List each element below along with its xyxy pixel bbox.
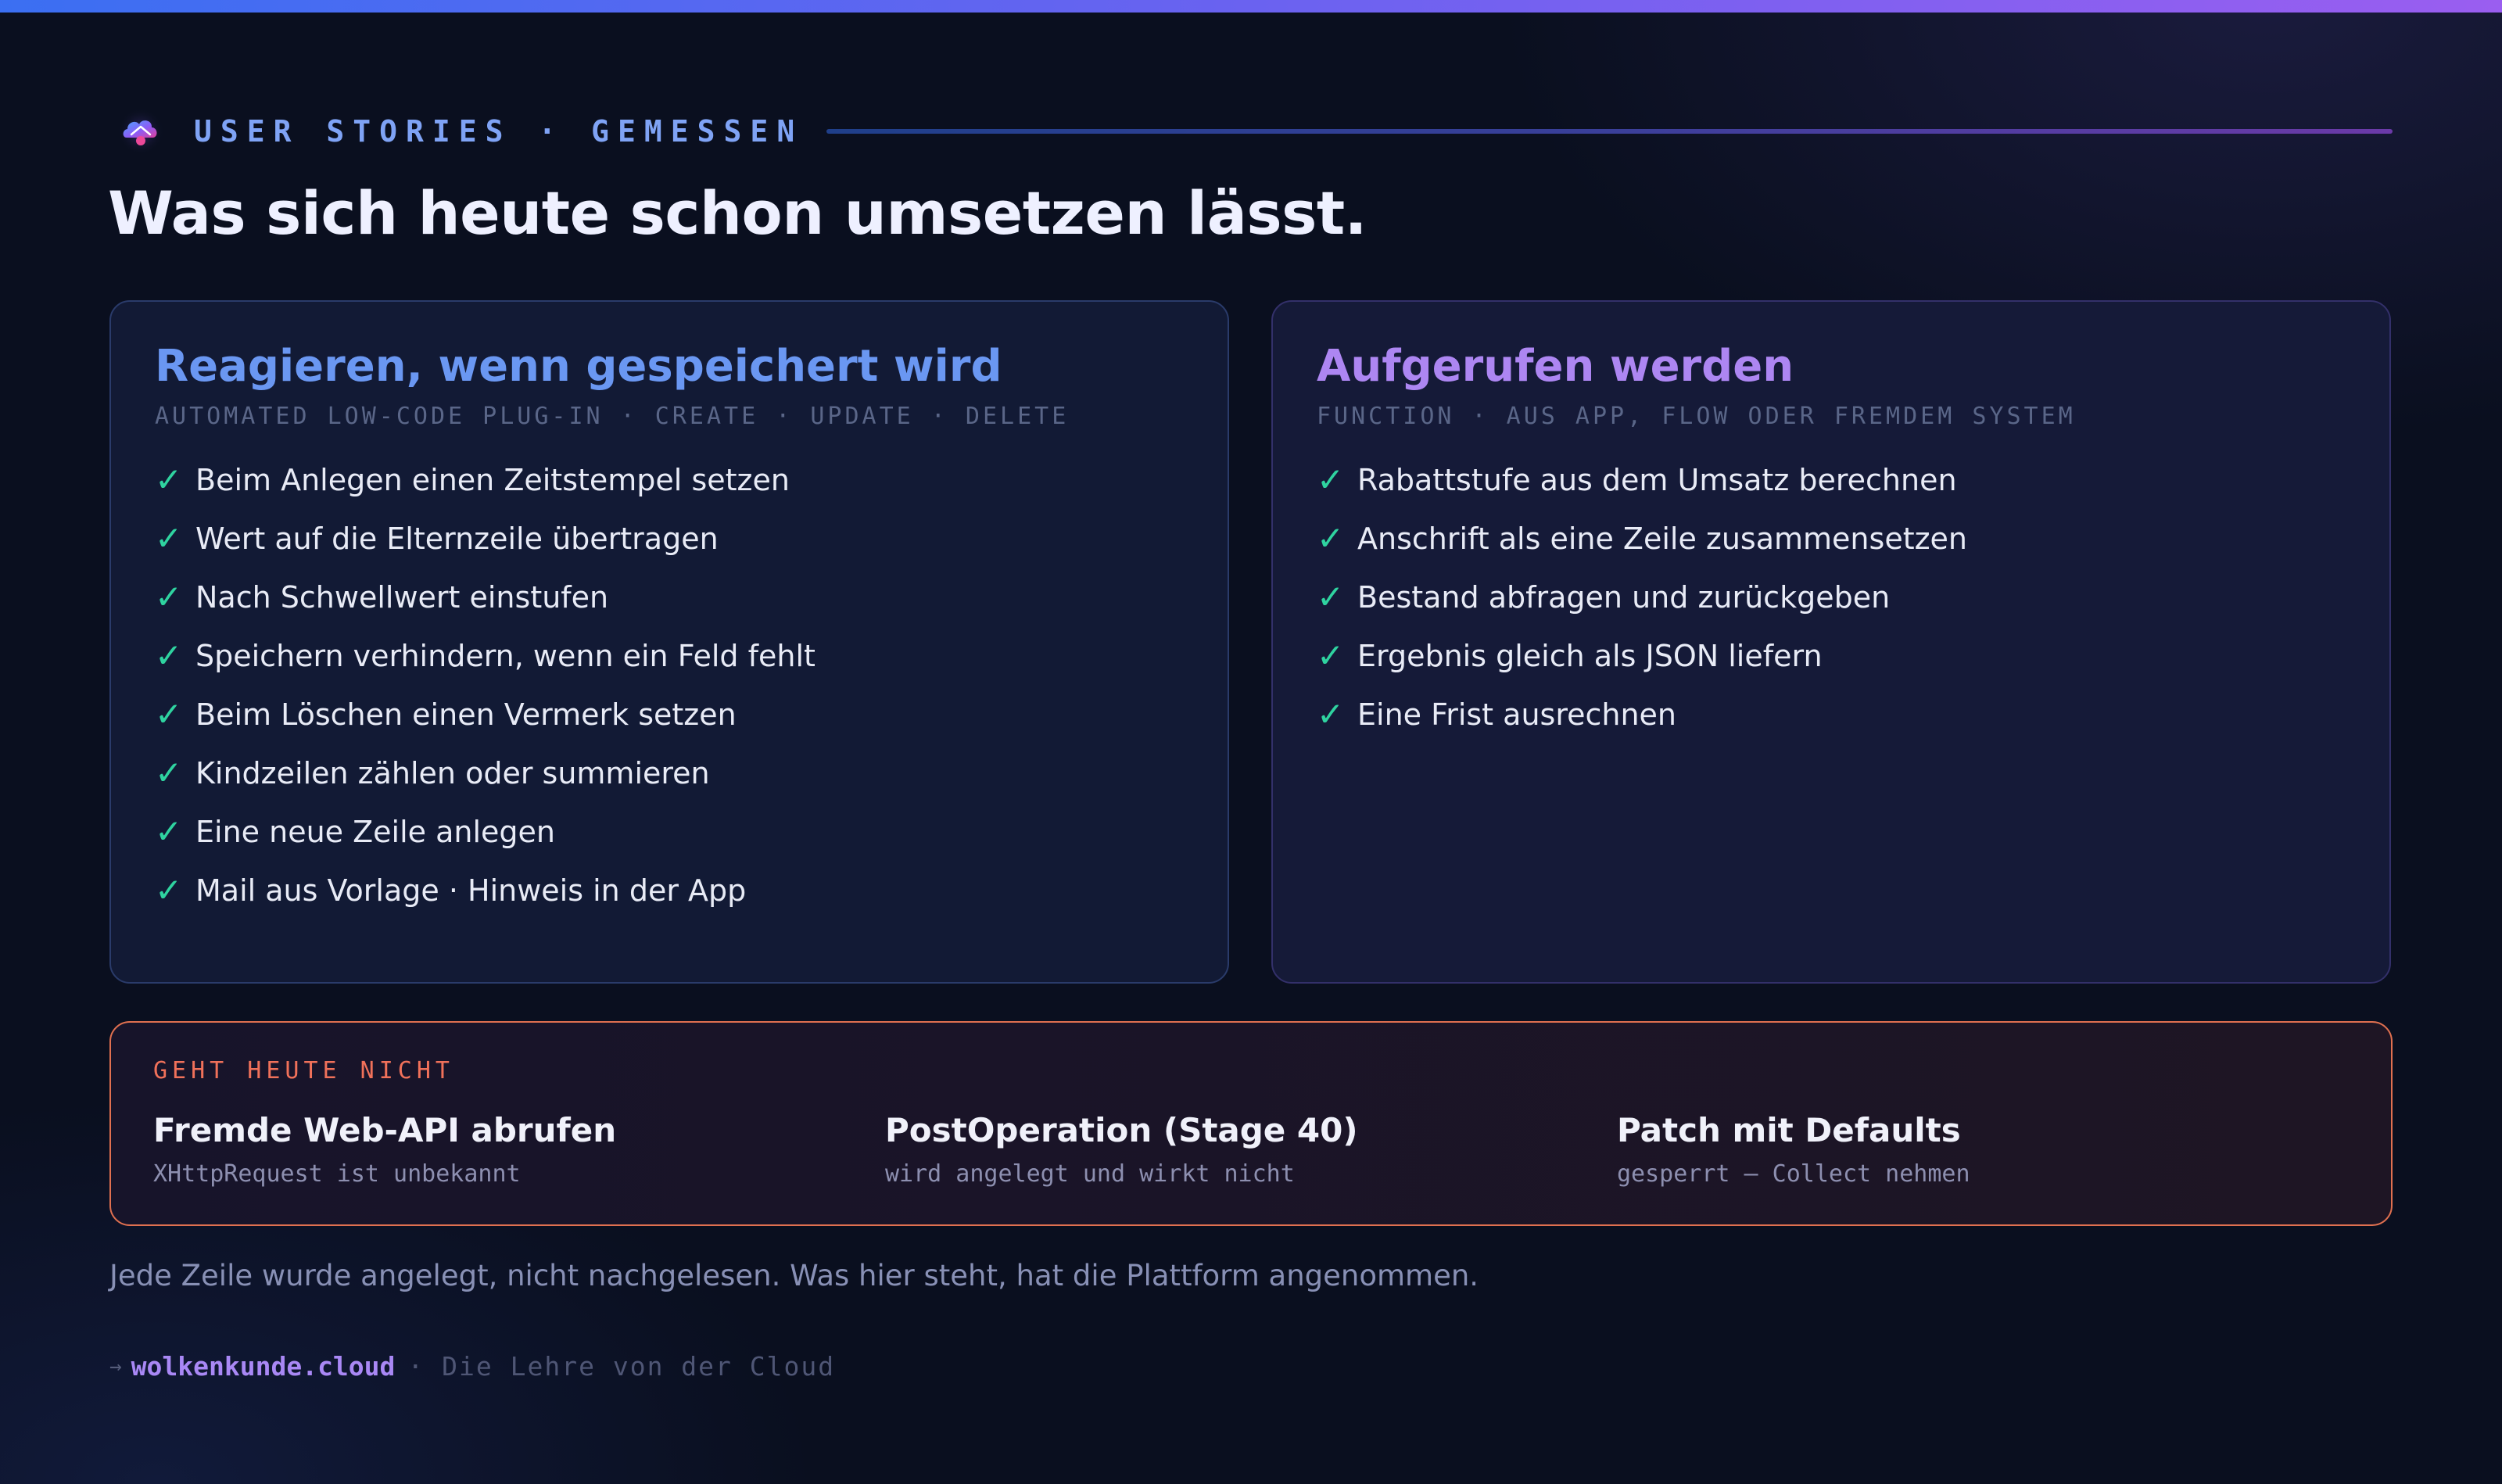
list-item-label: Wert auf die Elternzeile übertragen	[195, 521, 719, 556]
limitation-title: Patch mit Defaults	[1617, 1111, 1961, 1149]
card-title: Aufgerufen werden	[1317, 341, 1794, 392]
check-icon: ✓	[1317, 636, 1345, 675]
check-icon: ✓	[1317, 578, 1345, 616]
check-icon: ✓	[155, 871, 183, 909]
card-subtitle: AUTOMATED LOW-CODE PLUG-IN · CREATE · UP…	[155, 403, 1070, 430]
story-list: ✓ Rabattstufe aus dem Umsatz berechnen ✓ A…	[1317, 450, 2346, 744]
story-list: ✓ Beim Anlegen einen Zeitstempel setzen ✓…	[155, 450, 1184, 919]
list-item-label: Rabattstufe aus dem Umsatz berechnen	[1357, 462, 1957, 497]
check-icon: ✓	[155, 519, 183, 557]
list-item: ✓ Anschrift als eine Zeile zusammensetzen	[1317, 509, 2346, 568]
list-item: ✓ Mail aus Vorlage · Hinweis in der App	[155, 861, 1184, 919]
list-item: ✓ Kindzeilen zählen oder summieren	[155, 744, 1184, 802]
card-title: Reagieren, wenn gespeichert wird	[155, 341, 1002, 392]
list-item-label: Eine Frist ausrechnen	[1357, 697, 1677, 732]
card-called: Aufgerufen werden FUNCTION · AUS APP, FL…	[1271, 300, 2391, 984]
list-item: ✓ Rabattstufe aus dem Umsatz berechnen	[1317, 450, 2346, 509]
footer: → wolkenkunde.cloud · Die Lehre von der …	[109, 1351, 835, 1382]
list-item-label: Ergebnis gleich als JSON liefern	[1357, 638, 1823, 673]
list-item-label: Eine neue Zeile anlegen	[195, 814, 555, 849]
check-icon: ✓	[1317, 519, 1345, 557]
card-on-save: Reagieren, wenn gespeichert wird AUTOMAT…	[109, 300, 1229, 984]
list-item: ✓ Bestand abfragen und zurückgeben	[1317, 568, 2346, 626]
not-possible-panel: GEHT HEUTE NICHT Fremde Web-API abrufen …	[109, 1021, 2393, 1226]
list-item-label: Bestand abfragen und zurückgeben	[1357, 579, 1891, 615]
top-accent-bar	[0, 0, 2502, 13]
list-item: ✓ Speichern verhindern, wenn ein Feld feh…	[155, 626, 1184, 685]
limitation-title: PostOperation (Stage 40)	[885, 1111, 1358, 1149]
list-item-label: Beim Löschen einen Vermerk setzen	[195, 697, 737, 732]
page-title: Was sich heute schon umsetzen lässt.	[108, 178, 1367, 248]
panel-label: GEHT HEUTE NICHT	[153, 1057, 454, 1084]
check-icon: ✓	[155, 754, 183, 792]
check-icon: ✓	[155, 578, 183, 616]
cloud-logo-icon	[117, 108, 164, 155]
arrow-right-icon: →	[109, 1354, 122, 1378]
limitation-item: Fremde Web-API abrufen XHttpRequest ist …	[153, 1111, 885, 1188]
eyebrow: USER STORIES · GEMESSEN	[117, 106, 2393, 156]
site-tagline: · Die Lehre von der Cloud	[407, 1351, 836, 1382]
list-item: ✓ Beim Anlegen einen Zeitstempel setzen	[155, 450, 1184, 509]
list-item: ✓ Beim Löschen einen Vermerk setzen	[155, 685, 1184, 744]
check-icon: ✓	[1317, 695, 1345, 733]
list-item: ✓ Ergebnis gleich als JSON liefern	[1317, 626, 2346, 685]
list-item-label: Speichern verhindern, wenn ein Feld fehl…	[195, 638, 815, 673]
limitation-item: Patch mit Defaults gesperrt — Collect ne…	[1617, 1111, 2349, 1188]
eyebrow-label: USER STORIES · GEMESSEN	[194, 114, 804, 149]
list-item: ✓ Eine neue Zeile anlegen	[155, 802, 1184, 861]
limitation-desc: gesperrt — Collect nehmen	[1617, 1160, 1970, 1188]
list-item-label: Nach Schwellwert einstufen	[195, 579, 609, 615]
limitation-row: Fremde Web-API abrufen XHttpRequest ist …	[153, 1111, 2349, 1188]
list-item-label: Kindzeilen zählen oder summieren	[195, 755, 710, 790]
list-item: ✓ Wert auf die Elternzeile übertragen	[155, 509, 1184, 568]
list-item-label: Mail aus Vorlage · Hinweis in der App	[195, 873, 747, 908]
check-icon: ✓	[155, 636, 183, 675]
site-link[interactable]: wolkenkunde.cloud	[131, 1351, 396, 1382]
check-icon: ✓	[155, 461, 183, 499]
card-subtitle: FUNCTION · AUS APP, FLOW ODER FREMDEM SY…	[1317, 403, 2076, 430]
list-item-label: Beim Anlegen einen Zeitstempel setzen	[195, 462, 790, 497]
limitation-title: Fremde Web-API abrufen	[153, 1111, 617, 1149]
list-item-label: Anschrift als eine Zeile zusammensetzen	[1357, 521, 1968, 556]
footnote: Jede Zeile wurde angelegt, nicht nachgel…	[109, 1259, 1479, 1292]
limitation-desc: wird angelegt und wirkt nicht	[885, 1160, 1295, 1188]
list-item: ✓ Nach Schwellwert einstufen	[155, 568, 1184, 626]
list-item: ✓ Eine Frist ausrechnen	[1317, 685, 2346, 744]
limitation-desc: XHttpRequest ist unbekannt	[153, 1160, 521, 1188]
check-icon: ✓	[155, 695, 183, 733]
eyebrow-divider	[826, 129, 2393, 134]
check-icon: ✓	[155, 812, 183, 851]
check-icon: ✓	[1317, 461, 1345, 499]
limitation-item: PostOperation (Stage 40) wird angelegt u…	[885, 1111, 1617, 1188]
